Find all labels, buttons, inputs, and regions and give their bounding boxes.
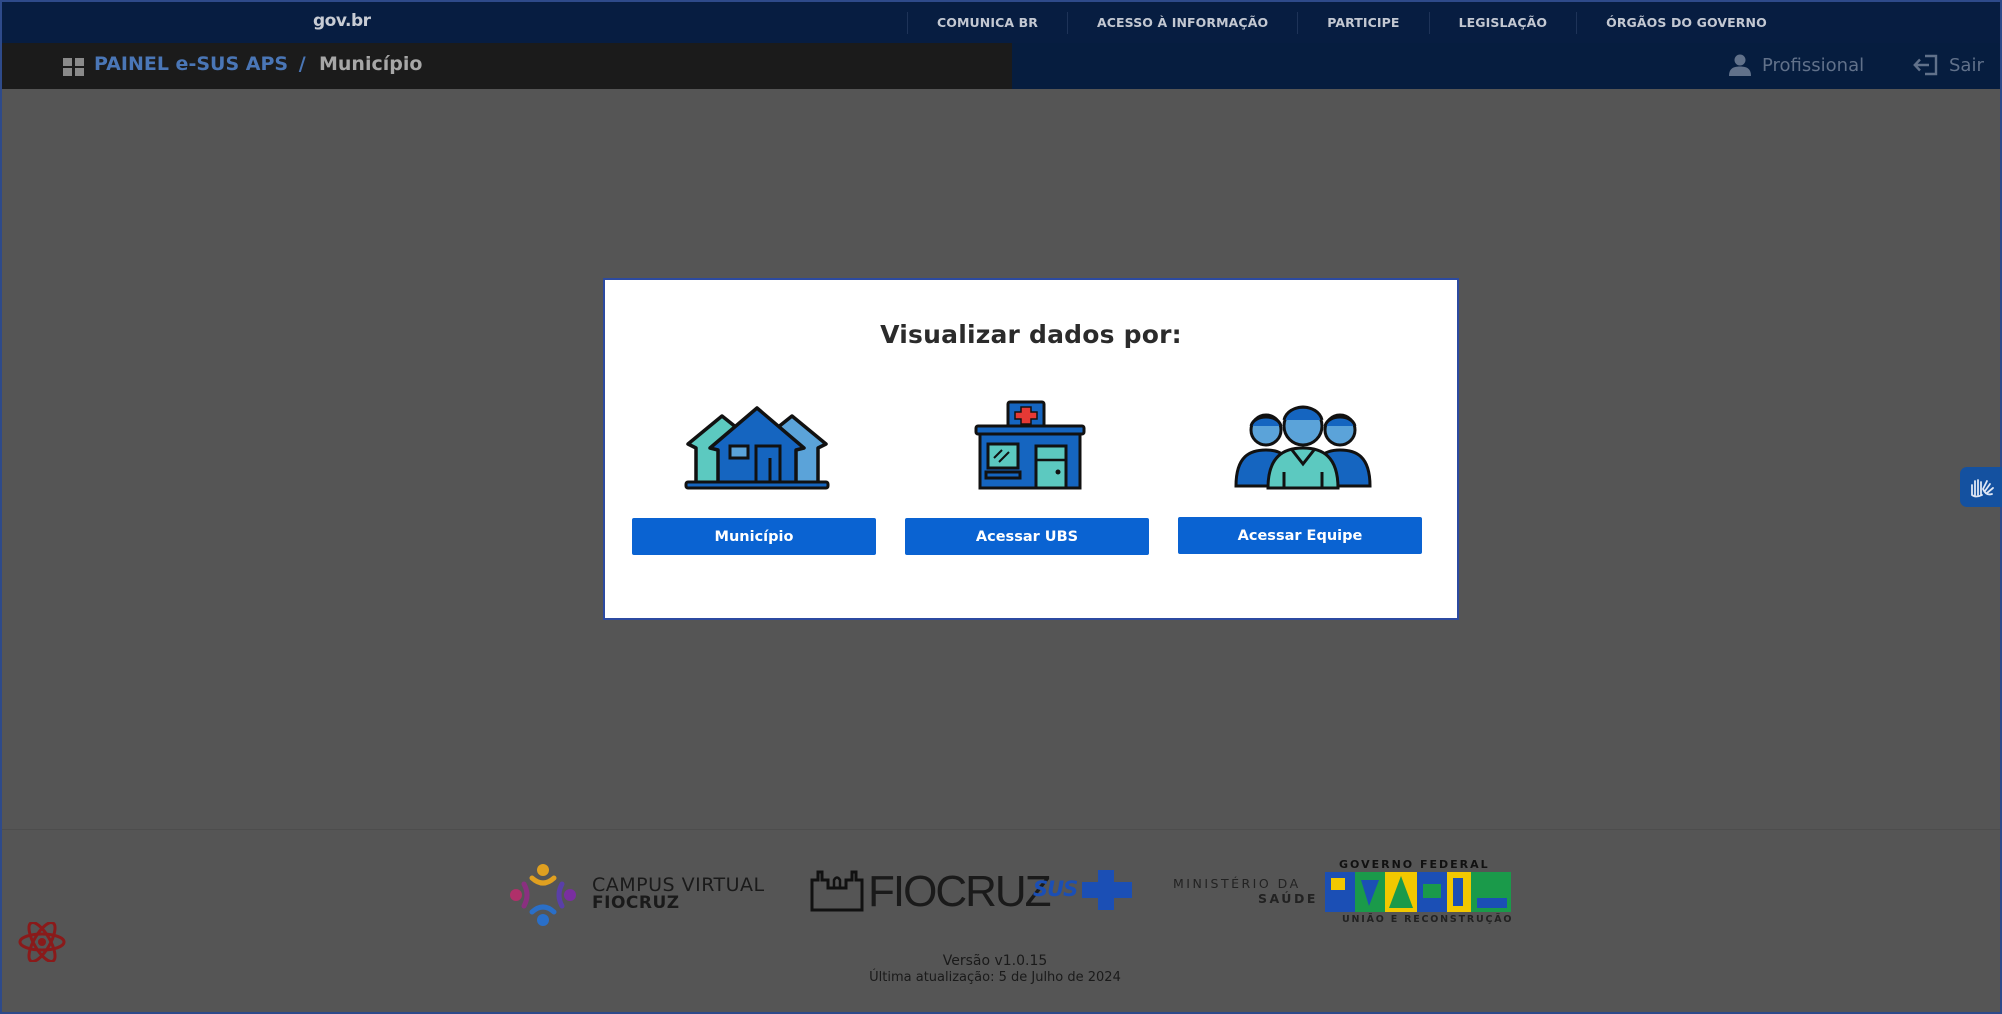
gov-link-comunica[interactable]: COMUNICA BR — [907, 11, 1067, 34]
uniao-reconstrucao-text: UNIÃO E RECONSTRUÇÃO — [1342, 914, 1514, 925]
gov-links: COMUNICA BR ACESSO À INFORMAÇÃO PARTICIP… — [907, 2, 1796, 43]
campus-virtual-logo-icon — [510, 864, 576, 926]
hands-icon — [1971, 479, 1994, 498]
sus-logo-text: SUS — [1033, 877, 1078, 901]
clinic-icon — [974, 400, 1086, 490]
last-update-text: Última atualização: 5 de Julho de 2024 — [869, 970, 1121, 985]
brand-title: PAINEL e-SUS APS — [94, 53, 289, 75]
gov-link-legislacao[interactable]: LEGISLAÇÃO — [1428, 11, 1577, 34]
vlibras-accessibility-button[interactable] — [1960, 467, 2002, 507]
logout-label: Sair — [1949, 54, 1984, 76]
logout-icon — [1913, 54, 1938, 76]
app-header: PAINEL e-SUS APS / Município Profissiona… — [2, 43, 2000, 89]
modal-title: Visualizar dados por: — [880, 320, 1182, 349]
gov-top-bar: gov.br COMUNICA BR ACESSO À INFORMAÇÃO P… — [2, 2, 2000, 43]
breadcrumb-home[interactable]: PAINEL e-SUS APS / — [94, 53, 306, 75]
version-text: Versão v1.0.15 — [942, 953, 1048, 969]
gov-link-participe[interactable]: PARTICIPE — [1297, 11, 1428, 34]
ministerio-line2: SAÚDE — [1258, 891, 1318, 906]
govbr-logo[interactable]: gov.br — [313, 11, 371, 31]
react-devtools-icon[interactable] — [16, 922, 68, 962]
profile-button[interactable]: Profissional — [1728, 54, 1864, 76]
logout-button[interactable]: Sair — [1913, 54, 1984, 76]
profile-label: Profissional — [1762, 54, 1865, 76]
governo-federal-text: GOVERNO FEDERAL — [1339, 858, 1490, 871]
user-icon — [1729, 54, 1751, 76]
fiocruz-logo-text: FIOCRUZ — [868, 867, 1052, 916]
ministerio-line1: MINISTÉRIO DA — [1173, 876, 1301, 891]
acessar-equipe-button[interactable]: Acessar Equipe — [1178, 517, 1422, 554]
gov-link-orgaos[interactable]: ÓRGÃOS DO GOVERNO — [1576, 11, 1796, 34]
brasil-colorful-logo — [1325, 872, 1511, 912]
houses-icon — [684, 406, 830, 490]
dashboard-grid-icon[interactable] — [63, 58, 84, 76]
fiocruz-castle-icon — [810, 870, 864, 912]
footer-divider — [2, 829, 2000, 830]
sus-cross-icon — [1082, 870, 1132, 910]
breadcrumb-separator: / — [298, 53, 306, 75]
gov-link-acesso-informacao[interactable]: ACESSO À INFORMAÇÃO — [1066, 11, 1297, 34]
campus-virtual-line2: FIOCRUZ — [592, 893, 680, 913]
breadcrumb-current: Município — [319, 53, 423, 75]
team-icon — [1234, 405, 1372, 490]
data-view-modal: Visualizar dados por: Município Acessar … — [603, 278, 1459, 620]
acessar-ubs-button[interactable]: Acessar UBS — [905, 518, 1149, 555]
municipio-button[interactable]: Município — [632, 518, 876, 555]
